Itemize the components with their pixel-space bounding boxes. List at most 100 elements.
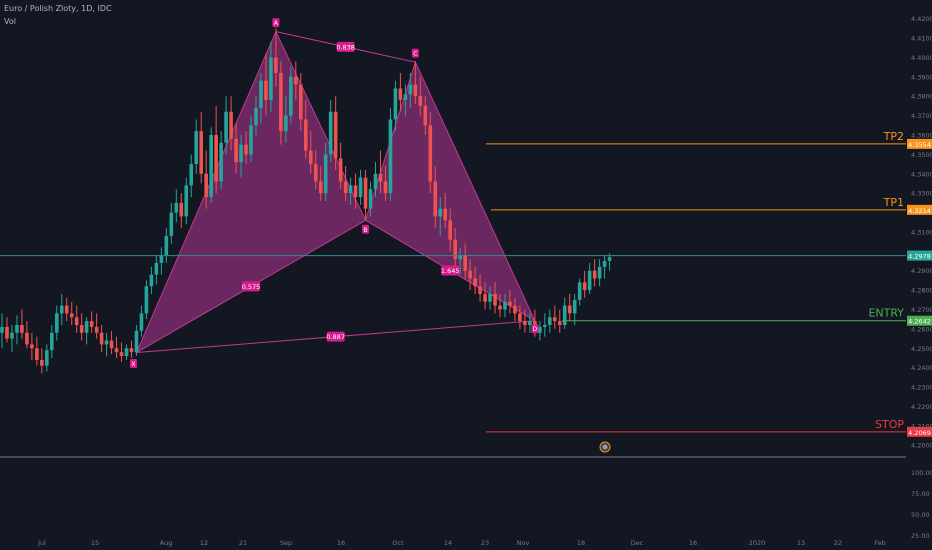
candle-body (468, 270, 472, 279)
candle-body (473, 278, 477, 287)
time-tick: 13 (797, 539, 805, 547)
candle-body (518, 313, 522, 322)
level-name-tp2: TP2 (883, 130, 904, 143)
candle-body (164, 235, 169, 256)
candle-body (388, 119, 393, 194)
candle-body (413, 84, 418, 97)
candle-body (323, 154, 328, 194)
price-tick: 4.3300 (911, 190, 932, 198)
candle-body (493, 293, 497, 306)
candle-body (433, 181, 438, 217)
candle-body (79, 325, 84, 333)
candle-body (239, 144, 243, 163)
candle-body (104, 340, 109, 345)
point-label-b: B (363, 227, 367, 234)
candle-body (154, 262, 159, 275)
ratio-label: 0.838 (336, 43, 355, 51)
candle-body (508, 301, 512, 306)
candle-body (373, 173, 378, 190)
candle-body (94, 326, 99, 333)
volume-tick: 100.00 (911, 469, 932, 477)
candle-body (194, 131, 199, 165)
price-tick: 4.4200 (911, 15, 932, 23)
candle-body (184, 185, 189, 217)
candle-body (234, 138, 238, 163)
time-tick: 2020 (749, 539, 766, 547)
level-name-entry: ENTRY (868, 307, 904, 320)
candle-body (378, 173, 383, 182)
price-tick: 4.2000 (911, 442, 932, 450)
candle-body (607, 257, 612, 262)
candle-body (353, 185, 358, 198)
time-axis[interactable]: Jul 15 Aug 12 21 Sep 16 Oct 14 23 Nov 18 Dec 16 2020 13… (37, 539, 886, 547)
candle-body (269, 57, 273, 101)
candle-body (338, 158, 343, 182)
time-tick: 15 (91, 539, 99, 547)
candle-body (552, 317, 557, 322)
candle-body (423, 105, 428, 126)
candle-body (303, 119, 308, 151)
volume-axis: 100.00 75.00 50.00 25.00 (911, 469, 932, 540)
candle-body (403, 94, 408, 101)
candle-body (582, 282, 587, 291)
candle-body (25, 332, 29, 345)
candle-body (0, 326, 4, 333)
candle-body (602, 261, 607, 267)
price-tick: 4.3500 (911, 151, 932, 159)
candle-body (214, 134, 218, 182)
candle-body (284, 115, 288, 132)
candle-body (144, 286, 149, 314)
candle-body (503, 301, 507, 310)
candle-body (348, 185, 353, 194)
price-tick: 4.2900 (911, 267, 932, 275)
price-tick: 4.4000 (911, 54, 932, 62)
candle-body (368, 189, 373, 209)
candle-body (139, 313, 144, 331)
ratio-label: 0.575 (242, 283, 261, 291)
candle-body (548, 317, 552, 326)
xab-triangle (135, 30, 367, 354)
candle-body (89, 321, 94, 327)
current-price-label: 4.2978 (908, 253, 931, 261)
candle-body (328, 111, 333, 155)
level-price-tp1: 4.3214 (908, 207, 931, 215)
candle-body (40, 359, 44, 366)
candle-body (219, 142, 223, 182)
price-tick: 4.3600 (911, 131, 932, 139)
price-tick: 4.2200 (911, 403, 932, 411)
candle-body (488, 293, 492, 302)
candle-body (224, 111, 228, 143)
candle-body (129, 348, 134, 353)
candle-body (358, 177, 363, 198)
candle-body (149, 274, 154, 287)
candle-body (169, 212, 174, 236)
candle-body (523, 321, 527, 326)
candle-body (438, 208, 443, 217)
candle-body (204, 173, 208, 198)
price-chart[interactable]: TP24.3554TP14.3214ENTRY4.2642STOP4.20694… (0, 0, 932, 550)
price-tick: 4.3100 (911, 228, 932, 236)
level-name-tp1: TP1 (883, 196, 904, 209)
candle-body (249, 125, 253, 155)
candle-body (74, 317, 79, 326)
candle-body (343, 181, 348, 194)
event-marker-dot (602, 444, 608, 450)
candle-body (5, 326, 9, 339)
candle-body (299, 84, 303, 120)
ratio-label: 1.645 (441, 267, 460, 275)
candle-body (567, 305, 572, 314)
candle-body (418, 96, 423, 106)
time-tick: 12 (200, 539, 208, 547)
time-tick: Oct (392, 539, 404, 547)
candle-body (229, 111, 233, 139)
price-tick: 4.2100 (911, 422, 932, 430)
price-tick: 4.4100 (911, 35, 932, 43)
candle-body (572, 299, 577, 314)
ratio-label: 0.887 (326, 333, 345, 341)
candle-body (244, 144, 248, 155)
price-axis[interactable]: 4.4200 4.4100 4.4000 4.3900 4.3800 4.3700 4.36… (911, 15, 932, 450)
candle-body (383, 181, 388, 194)
candle-body (398, 88, 403, 101)
candle-body (318, 181, 323, 194)
candle-body (463, 255, 467, 271)
